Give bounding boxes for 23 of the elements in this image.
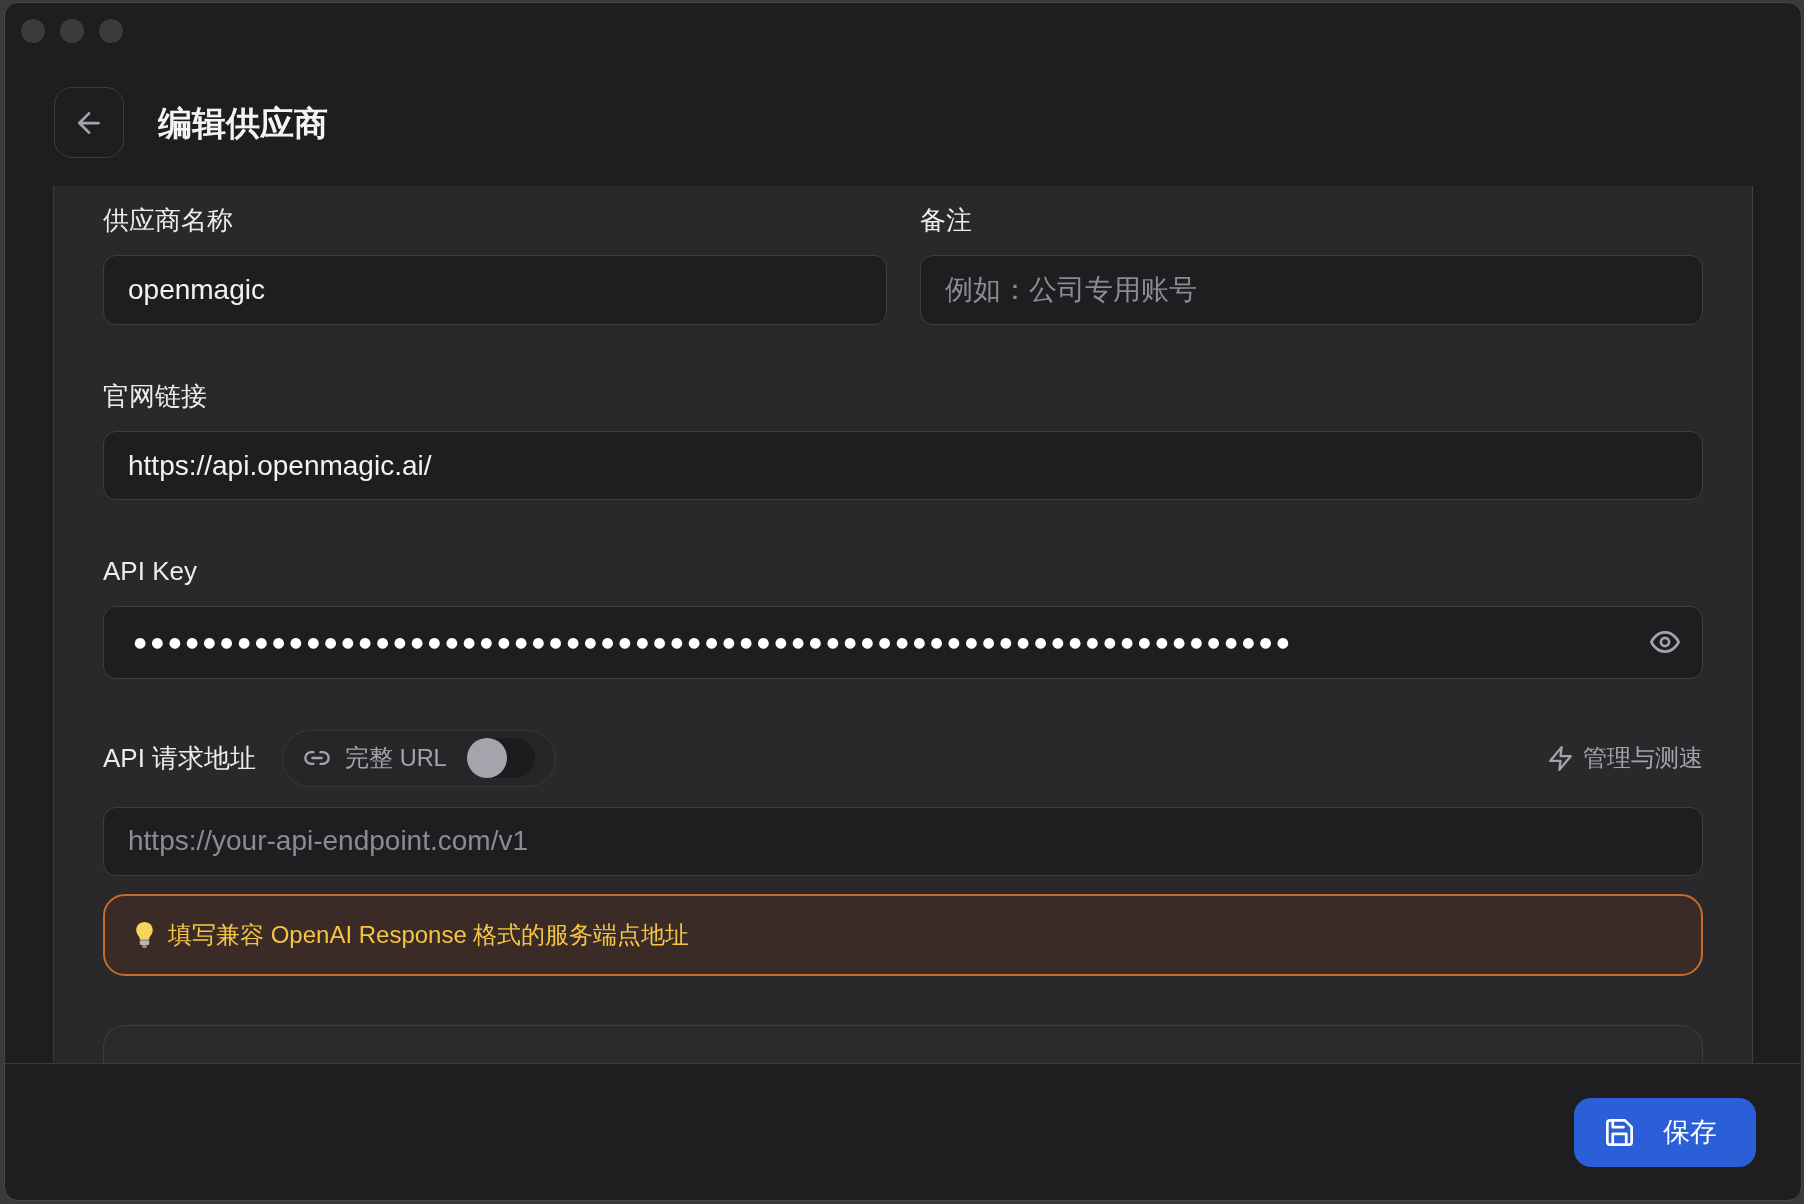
input-field[interactable]: 例如：公司专用账号: [919, 255, 1703, 325]
password-field[interactable]: ●●●●●●●●●●●●●●●●●●●●●●●●●●●●●●●●●●●●●●●●●●●●●●●●●●●●●●●●●●●●●●●●●●●: [103, 606, 1703, 679]
field-label: API 请求地址: [103, 743, 257, 774]
manage-speed-link[interactable]: 管理与测速: [1549, 742, 1703, 775]
save-button[interactable]: 保存: [1574, 1097, 1756, 1167]
link-icon: [304, 751, 331, 766]
input-field[interactable]: openmagic: [103, 255, 887, 325]
arrow-left-icon: [78, 111, 100, 134]
page-title: 编辑供应商: [158, 102, 328, 143]
save-icon: [1606, 1118, 1633, 1146]
back-button[interactable]: [54, 87, 124, 158]
lightbulb-icon: [136, 921, 153, 948]
lightning-icon: [1549, 745, 1572, 771]
endpoint-input-field[interactable]: https://your-api-endpoint.com/v1: [103, 806, 1703, 876]
toggle-label: 完整 URL: [345, 744, 447, 774]
toggle-switch[interactable]: [466, 738, 535, 779]
field-label: API Key: [103, 556, 197, 587]
url-input-field[interactable]: https://api.openmagic.ai/: [103, 431, 1703, 501]
field-label: 官网链接: [103, 381, 207, 411]
field-label: 供应商名称: [103, 205, 233, 235]
field-label: 备注: [919, 205, 972, 235]
hint-text: 填写兼容 OpenAI Response 格式的服务端点地址: [168, 919, 690, 950]
eye-icon[interactable]: [1650, 631, 1680, 654]
